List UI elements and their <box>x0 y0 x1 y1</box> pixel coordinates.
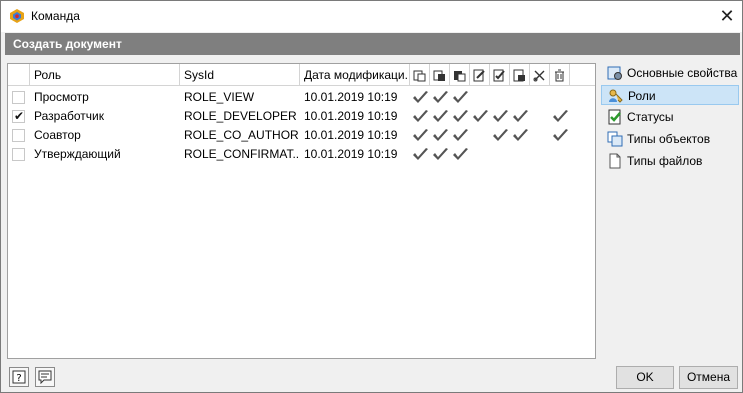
permission-check-icon <box>413 129 428 141</box>
svg-text:?: ? <box>16 373 21 384</box>
sidebar-item-object-types[interactable]: Типы объектов <box>601 129 739 149</box>
comment-button[interactable] <box>35 367 55 387</box>
table-row[interactable]: Соавтор ROLE_CO_AUTHOR 10.01.2019 10:19 <box>8 126 595 145</box>
select-column-header[interactable] <box>8 64 30 86</box>
column-header-date[interactable]: Дата модификаци... <box>300 64 410 86</box>
dialog-window: Команда ✕ Создать документ Роль SysId Да… <box>0 0 743 393</box>
cell-sysid: ROLE_CO_AUTHOR <box>184 128 299 142</box>
column-header-perm-approve[interactable] <box>490 64 510 86</box>
ok-button[interactable]: OK <box>616 366 674 389</box>
permission-sign-icon <box>513 69 525 81</box>
window-title: Команда <box>31 9 80 23</box>
cell-role: Разработчик <box>34 109 104 123</box>
cell-date: 10.01.2019 10:19 <box>304 147 398 161</box>
file-types-icon <box>609 153 621 169</box>
row-checkbox[interactable] <box>12 91 25 104</box>
permission-approve-icon <box>493 69 505 81</box>
cancel-button[interactable]: Отмена <box>679 366 738 389</box>
row-checkbox[interactable] <box>12 148 25 161</box>
permission-create-icon <box>454 70 466 81</box>
dialog-header: Создать документ <box>5 33 740 55</box>
title-bar: Команда ✕ <box>1 1 742 32</box>
table-row[interactable]: Просмотр ROLE_VIEW 10.01.2019 10:19 <box>8 88 595 107</box>
sidebar-nav: Основные свойства Роли Статусы Типы объе… <box>599 63 739 359</box>
cell-date: 10.01.2019 10:19 <box>304 128 398 142</box>
column-header-perm-cut[interactable] <box>530 64 550 86</box>
column-header-perm-sign[interactable] <box>510 64 530 86</box>
cell-role: Соавтор <box>34 128 81 142</box>
permission-check-icon <box>453 148 468 160</box>
row-checkbox[interactable] <box>12 109 25 123</box>
permission-edit-icon <box>473 69 485 81</box>
statuses-icon <box>608 109 621 125</box>
permission-check-icon <box>513 129 528 141</box>
permission-check-icon <box>513 110 528 122</box>
properties-icon <box>607 66 622 80</box>
sidebar-item-roles[interactable]: Роли <box>601 85 739 105</box>
permission-check-icon <box>433 91 448 103</box>
comment-icon <box>38 370 52 384</box>
column-header-perm-read[interactable] <box>410 64 430 86</box>
sidebar-item-label: Роли <box>628 89 656 103</box>
cell-sysid: ROLE_CONFIRMAT... <box>184 147 300 161</box>
grid-header: Роль SysId Дата модификаци... <box>8 64 595 86</box>
permission-check-icon <box>553 110 568 122</box>
object-types-icon <box>607 131 623 147</box>
sidebar-item-main-properties[interactable]: Основные свойства <box>601 63 739 83</box>
permission-check-icon <box>493 129 508 141</box>
sidebar-item-label: Основные свойства <box>627 66 738 80</box>
permission-check-icon <box>413 148 428 160</box>
cell-date: 10.01.2019 10:19 <box>304 90 398 104</box>
permission-check-icon <box>473 110 488 122</box>
table-row[interactable]: Утверждающий ROLE_CONFIRMAT... 10.01.2019 … <box>8 145 595 164</box>
close-button[interactable]: ✕ <box>712 1 742 32</box>
permission-check-icon <box>433 110 448 122</box>
permission-check-icon <box>493 110 508 122</box>
permission-check-icon <box>453 110 468 122</box>
help-button[interactable]: ? <box>9 367 29 387</box>
scissors-icon <box>533 70 545 81</box>
permission-check-icon <box>453 129 468 141</box>
help-icon: ? <box>12 370 26 384</box>
row-checkbox[interactable] <box>12 129 25 142</box>
cell-date: 10.01.2019 10:19 <box>304 109 398 123</box>
sidebar-item-file-types[interactable]: Типы файлов <box>601 151 739 171</box>
sidebar-item-label: Типы файлов <box>627 154 703 168</box>
column-header-role[interactable]: Роль <box>30 64 180 86</box>
permission-check-icon <box>413 110 428 122</box>
permission-read-icon <box>413 70 426 81</box>
permission-check-icon <box>413 91 428 103</box>
sidebar-item-label: Типы объектов <box>627 132 711 146</box>
column-header-sysid[interactable]: SysId <box>180 64 300 86</box>
column-header-perm-create[interactable] <box>450 64 470 86</box>
app-logo-icon <box>10 9 24 23</box>
column-header-perm-edit[interactable] <box>470 64 490 86</box>
permission-check-icon <box>433 129 448 141</box>
roles-icon <box>609 89 623 103</box>
column-header-perm-delete[interactable] <box>550 64 570 86</box>
cell-sysid: ROLE_VIEW <box>184 90 255 104</box>
column-header-perm-write[interactable] <box>430 64 450 86</box>
cell-role: Просмотр <box>34 90 89 104</box>
permission-check-icon <box>433 148 448 160</box>
sidebar-item-label: Статусы <box>627 110 674 124</box>
roles-grid: Роль SysId Дата модификаци... Просмотр R… <box>7 63 596 359</box>
sidebar-item-statuses[interactable]: Статусы <box>601 107 739 127</box>
cell-role: Утверждающий <box>34 147 121 161</box>
cell-sysid: ROLE_DEVELOPER <box>184 109 297 123</box>
permission-write-icon <box>433 70 445 81</box>
table-row[interactable]: Разработчик ROLE_DEVELOPER 10.01.2019 10:1… <box>8 107 595 126</box>
permission-check-icon <box>453 91 468 103</box>
trash-icon <box>555 69 564 81</box>
permission-check-icon <box>553 129 568 141</box>
